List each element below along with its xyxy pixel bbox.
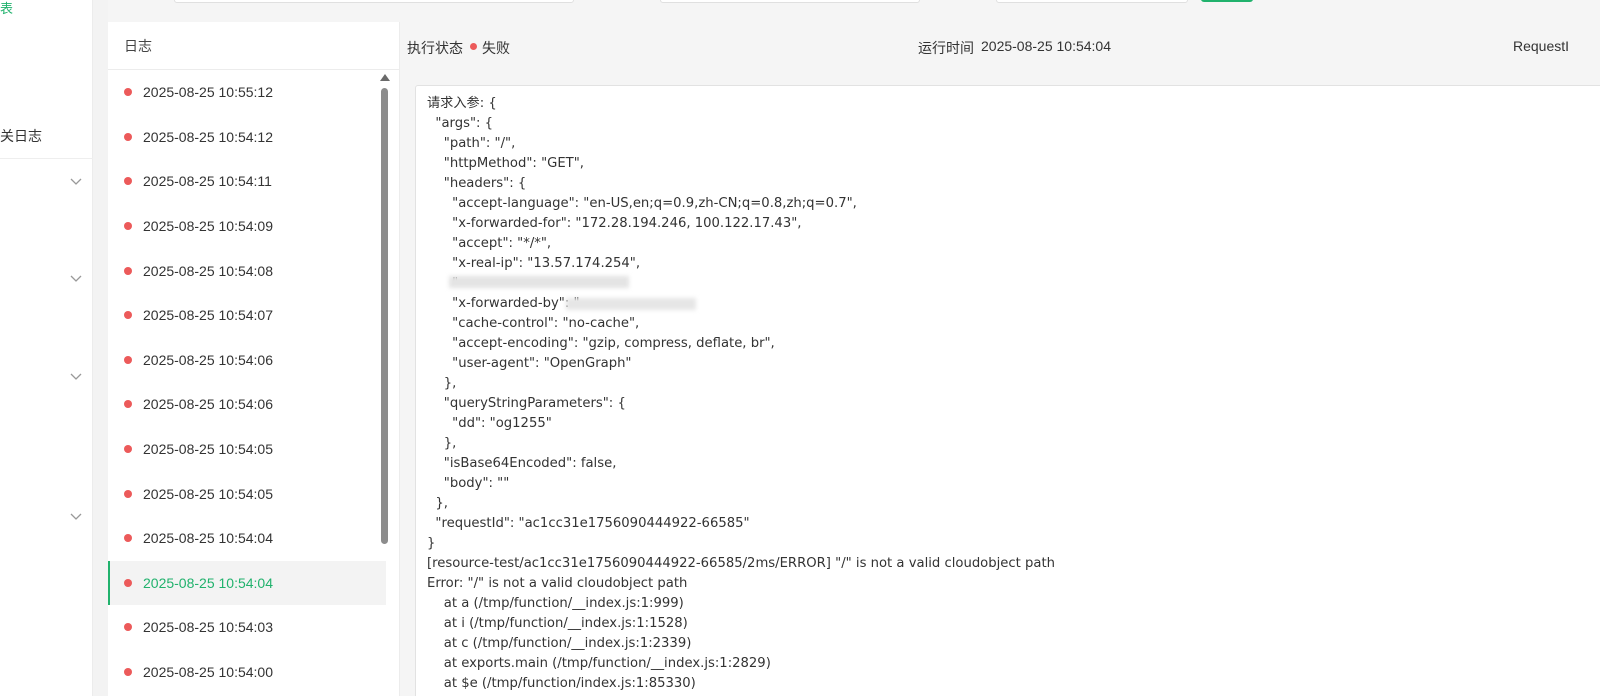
- nav-item-log[interactable]: 关日志: [0, 126, 42, 146]
- status-dot: [470, 43, 477, 50]
- status-dot: [124, 177, 132, 186]
- log-timestamp: 2025-08-25 10:54:03: [143, 619, 273, 636]
- status-dot: [124, 578, 132, 587]
- request-id-label: RequestI: [1513, 38, 1570, 54]
- filter-date[interactable]: [996, 0, 1188, 3]
- status-value: 失败: [482, 40, 510, 56]
- nav-item-cut[interactable]: 表: [0, 0, 13, 17]
- log-list-item[interactable]: 2025-08-25 10:54:08: [108, 248, 386, 293]
- status-dot: [124, 132, 132, 141]
- left-nav: 表 关日志: [0, 0, 93, 696]
- log-content: 请求入参: { "args": { "path": "/", "httpMeth…: [415, 85, 1600, 696]
- status-dot: [124, 668, 132, 677]
- log-list-item[interactable]: 2025-08-25 10:54:07: [108, 293, 386, 338]
- filter-bar: [108, 0, 1600, 22]
- redacted-region: [449, 276, 629, 288]
- log-timestamp: 2025-08-25 10:54:05: [143, 485, 273, 502]
- log-list-item[interactable]: 2025-08-25 10:54:05: [108, 427, 386, 472]
- status-dot: [124, 445, 132, 454]
- search-button[interactable]: [1201, 0, 1253, 2]
- status-dot: [124, 489, 132, 498]
- log-timestamp: 2025-08-25 10:54:04: [143, 530, 273, 547]
- log-timestamp: 2025-08-25 10:55:12: [143, 84, 273, 101]
- log-timestamp: 2025-08-25 10:54:06: [143, 396, 273, 413]
- log-list-item[interactable]: 2025-08-25 10:55:12: [108, 70, 386, 115]
- log-text: 请求入参: { "args": { "path": "/", "httpMeth…: [427, 96, 1055, 691]
- status-dot: [124, 623, 132, 632]
- chevron-down-icon[interactable]: [70, 510, 82, 522]
- status-dot: [124, 355, 132, 364]
- layout-gap: [93, 0, 108, 696]
- nav-divider: [0, 158, 93, 159]
- filter-select[interactable]: [660, 0, 920, 3]
- log-timestamp: 2025-08-25 10:54:00: [143, 664, 273, 681]
- run-time-value: 2025-08-25 10:54:04: [981, 38, 1111, 54]
- log-timestamp: 2025-08-25 10:54:11: [143, 173, 272, 190]
- chevron-down-icon[interactable]: [70, 272, 82, 284]
- log-list-panel: 日志 2025-08-25 10:55:12 2025-08-25 10:54:1…: [108, 22, 400, 696]
- log-list-item[interactable]: 2025-08-25 10:54:12: [108, 115, 386, 160]
- status-dot: [124, 266, 132, 275]
- log-timestamp: 2025-08-25 10:54:05: [143, 441, 273, 458]
- log-list-item[interactable]: 2025-08-25 10:54:06: [108, 382, 386, 427]
- log-list-item[interactable]: 2025-08-25 10:54:11: [108, 159, 386, 204]
- log-timestamp: 2025-08-25 10:54:06: [143, 351, 273, 368]
- log-timestamp: 2025-08-25 10:54:12: [143, 128, 273, 145]
- filter-input[interactable]: [174, 0, 574, 3]
- log-timestamp: 2025-08-25 10:54:07: [143, 307, 273, 324]
- scrollbar-thumb[interactable]: [381, 88, 388, 544]
- log-detail-panel: 执行状态 失败 运行时间 2025-08-25 10:54:04 Request…: [400, 22, 1600, 696]
- chevron-down-icon[interactable]: [70, 175, 82, 187]
- log-panel-title: 日志: [108, 22, 399, 70]
- log-list: 2025-08-25 10:55:12 2025-08-25 10:54:12 20…: [108, 70, 386, 694]
- log-list-item[interactable]: 2025-08-25 10:54:05: [108, 471, 386, 516]
- status-dot: [124, 400, 132, 409]
- log-list-item[interactable]: 2025-08-25 10:54:03: [108, 605, 386, 650]
- log-list-item[interactable]: 2025-08-25 10:54:04: [108, 560, 386, 606]
- run-time-label: 运行时间: [918, 40, 974, 56]
- log-timestamp: 2025-08-25 10:54:04: [143, 574, 273, 591]
- log-list-item[interactable]: 2025-08-25 10:54:09: [108, 204, 386, 249]
- log-list-item[interactable]: 2025-08-25 10:54:04: [108, 516, 386, 561]
- chevron-down-icon[interactable]: [70, 370, 82, 382]
- log-timestamp: 2025-08-25 10:54:08: [143, 262, 273, 279]
- status-dot: [124, 534, 132, 543]
- scroll-up-arrow[interactable]: [380, 74, 390, 81]
- status-dot: [124, 311, 132, 320]
- log-detail-meta: 执行状态 失败 运行时间 2025-08-25 10:54:04 Request…: [400, 22, 1600, 70]
- redacted-region: [566, 298, 696, 310]
- status-dot: [124, 88, 132, 97]
- log-list-item[interactable]: 2025-08-25 10:54:06: [108, 338, 386, 383]
- status-label: 执行状态: [407, 40, 463, 56]
- log-list-item[interactable]: 2025-08-25 10:54:00: [108, 650, 386, 695]
- log-timestamp: 2025-08-25 10:54:09: [143, 218, 273, 235]
- status-dot: [124, 222, 132, 231]
